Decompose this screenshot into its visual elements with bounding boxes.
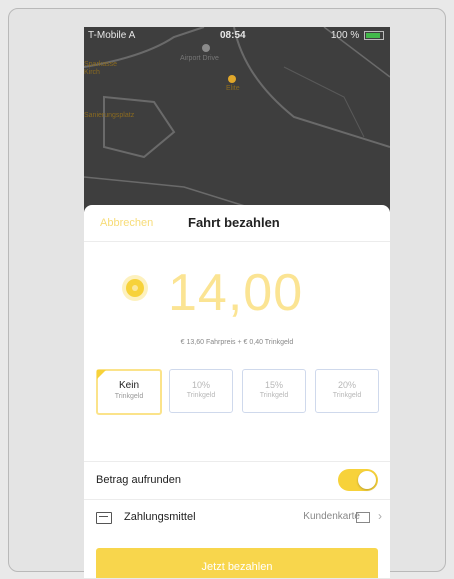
round-up-row: Betrag aufrunden <box>84 461 390 498</box>
selected-corner-icon <box>97 370 106 379</box>
tip-option-label: Trinkgeld <box>114 393 144 400</box>
sheet-title: Fahrt bezahlen <box>188 215 280 230</box>
payment-method-label: Zahlungsmittel <box>124 511 196 523</box>
tip-option-label: Trinkgeld <box>186 392 216 399</box>
tip-selector: Kein Trinkgeld 10% Trinkgeld 15% Trinkge… <box>94 369 382 417</box>
map-view[interactable]: T-Mobile A 08:54 100 % Airport Drive Eli… <box>84 27 390 212</box>
tip-option-value: 20% <box>337 380 356 390</box>
round-up-label: Betrag aufrunden <box>96 474 182 486</box>
pay-now-button[interactable]: Jetzt bezahlen <box>96 548 378 578</box>
map-pin-icon[interactable] <box>202 44 210 52</box>
map-label-place: Sanierungsplatz <box>84 112 135 119</box>
map-label-elite: Elite <box>226 85 240 92</box>
credit-card-icon <box>96 512 112 524</box>
payment-sheet: Abbrechen Fahrt bezahlen 14,00 € 13,60 F… <box>84 205 390 578</box>
tip-option-none[interactable]: Kein Trinkgeld <box>96 369 162 415</box>
battery-status: 100 % <box>331 30 384 41</box>
payment-method-row[interactable]: Zahlungsmittel Kundenkarte › <box>84 499 390 536</box>
tip-option-15[interactable]: 15% Trinkgeld <box>242 369 306 413</box>
battery-text: 100 % <box>330 30 360 41</box>
fare-breakdown: € 13,60 Fahrpreis + € 0,40 Trinkgeld <box>180 339 294 346</box>
battery-icon <box>364 30 384 40</box>
tip-option-10[interactable]: 10% Trinkgeld <box>169 369 233 413</box>
amount-display: 14,00 <box>84 263 390 333</box>
coin-icon <box>126 279 144 297</box>
cancel-button[interactable]: Abbrechen <box>100 217 153 229</box>
poi-marker-icon[interactable] <box>228 75 236 83</box>
round-up-toggle[interactable] <box>338 469 378 491</box>
phone-screen: T-Mobile A 08:54 100 % Airport Drive Eli… <box>84 27 390 578</box>
carrier-label: T-Mobile A <box>88 30 136 41</box>
clock: 08:54 <box>220 30 246 41</box>
tip-option-value: Kein <box>118 380 139 391</box>
id-card-icon <box>356 512 370 523</box>
tip-option-value: 10% <box>191 380 210 390</box>
map-label-airport: Airport Drive <box>180 55 219 62</box>
chevron-right-icon: › <box>378 509 382 523</box>
tip-option-label: Trinkgeld <box>332 392 362 399</box>
payment-method-value: Kundenkarte <box>303 511 360 522</box>
map-roads <box>84 27 390 212</box>
tip-option-label: Trinkgeld <box>259 392 289 399</box>
status-bar: T-Mobile A 08:54 100 % <box>84 27 390 43</box>
amount-value: 14,00 <box>168 264 304 322</box>
sheet-header: Abbrechen Fahrt bezahlen <box>84 205 390 242</box>
tip-option-20[interactable]: 20% Trinkgeld <box>315 369 379 413</box>
tip-option-value: 15% <box>264 380 283 390</box>
map-label-bank: Sparkasse Kirch <box>84 61 118 76</box>
